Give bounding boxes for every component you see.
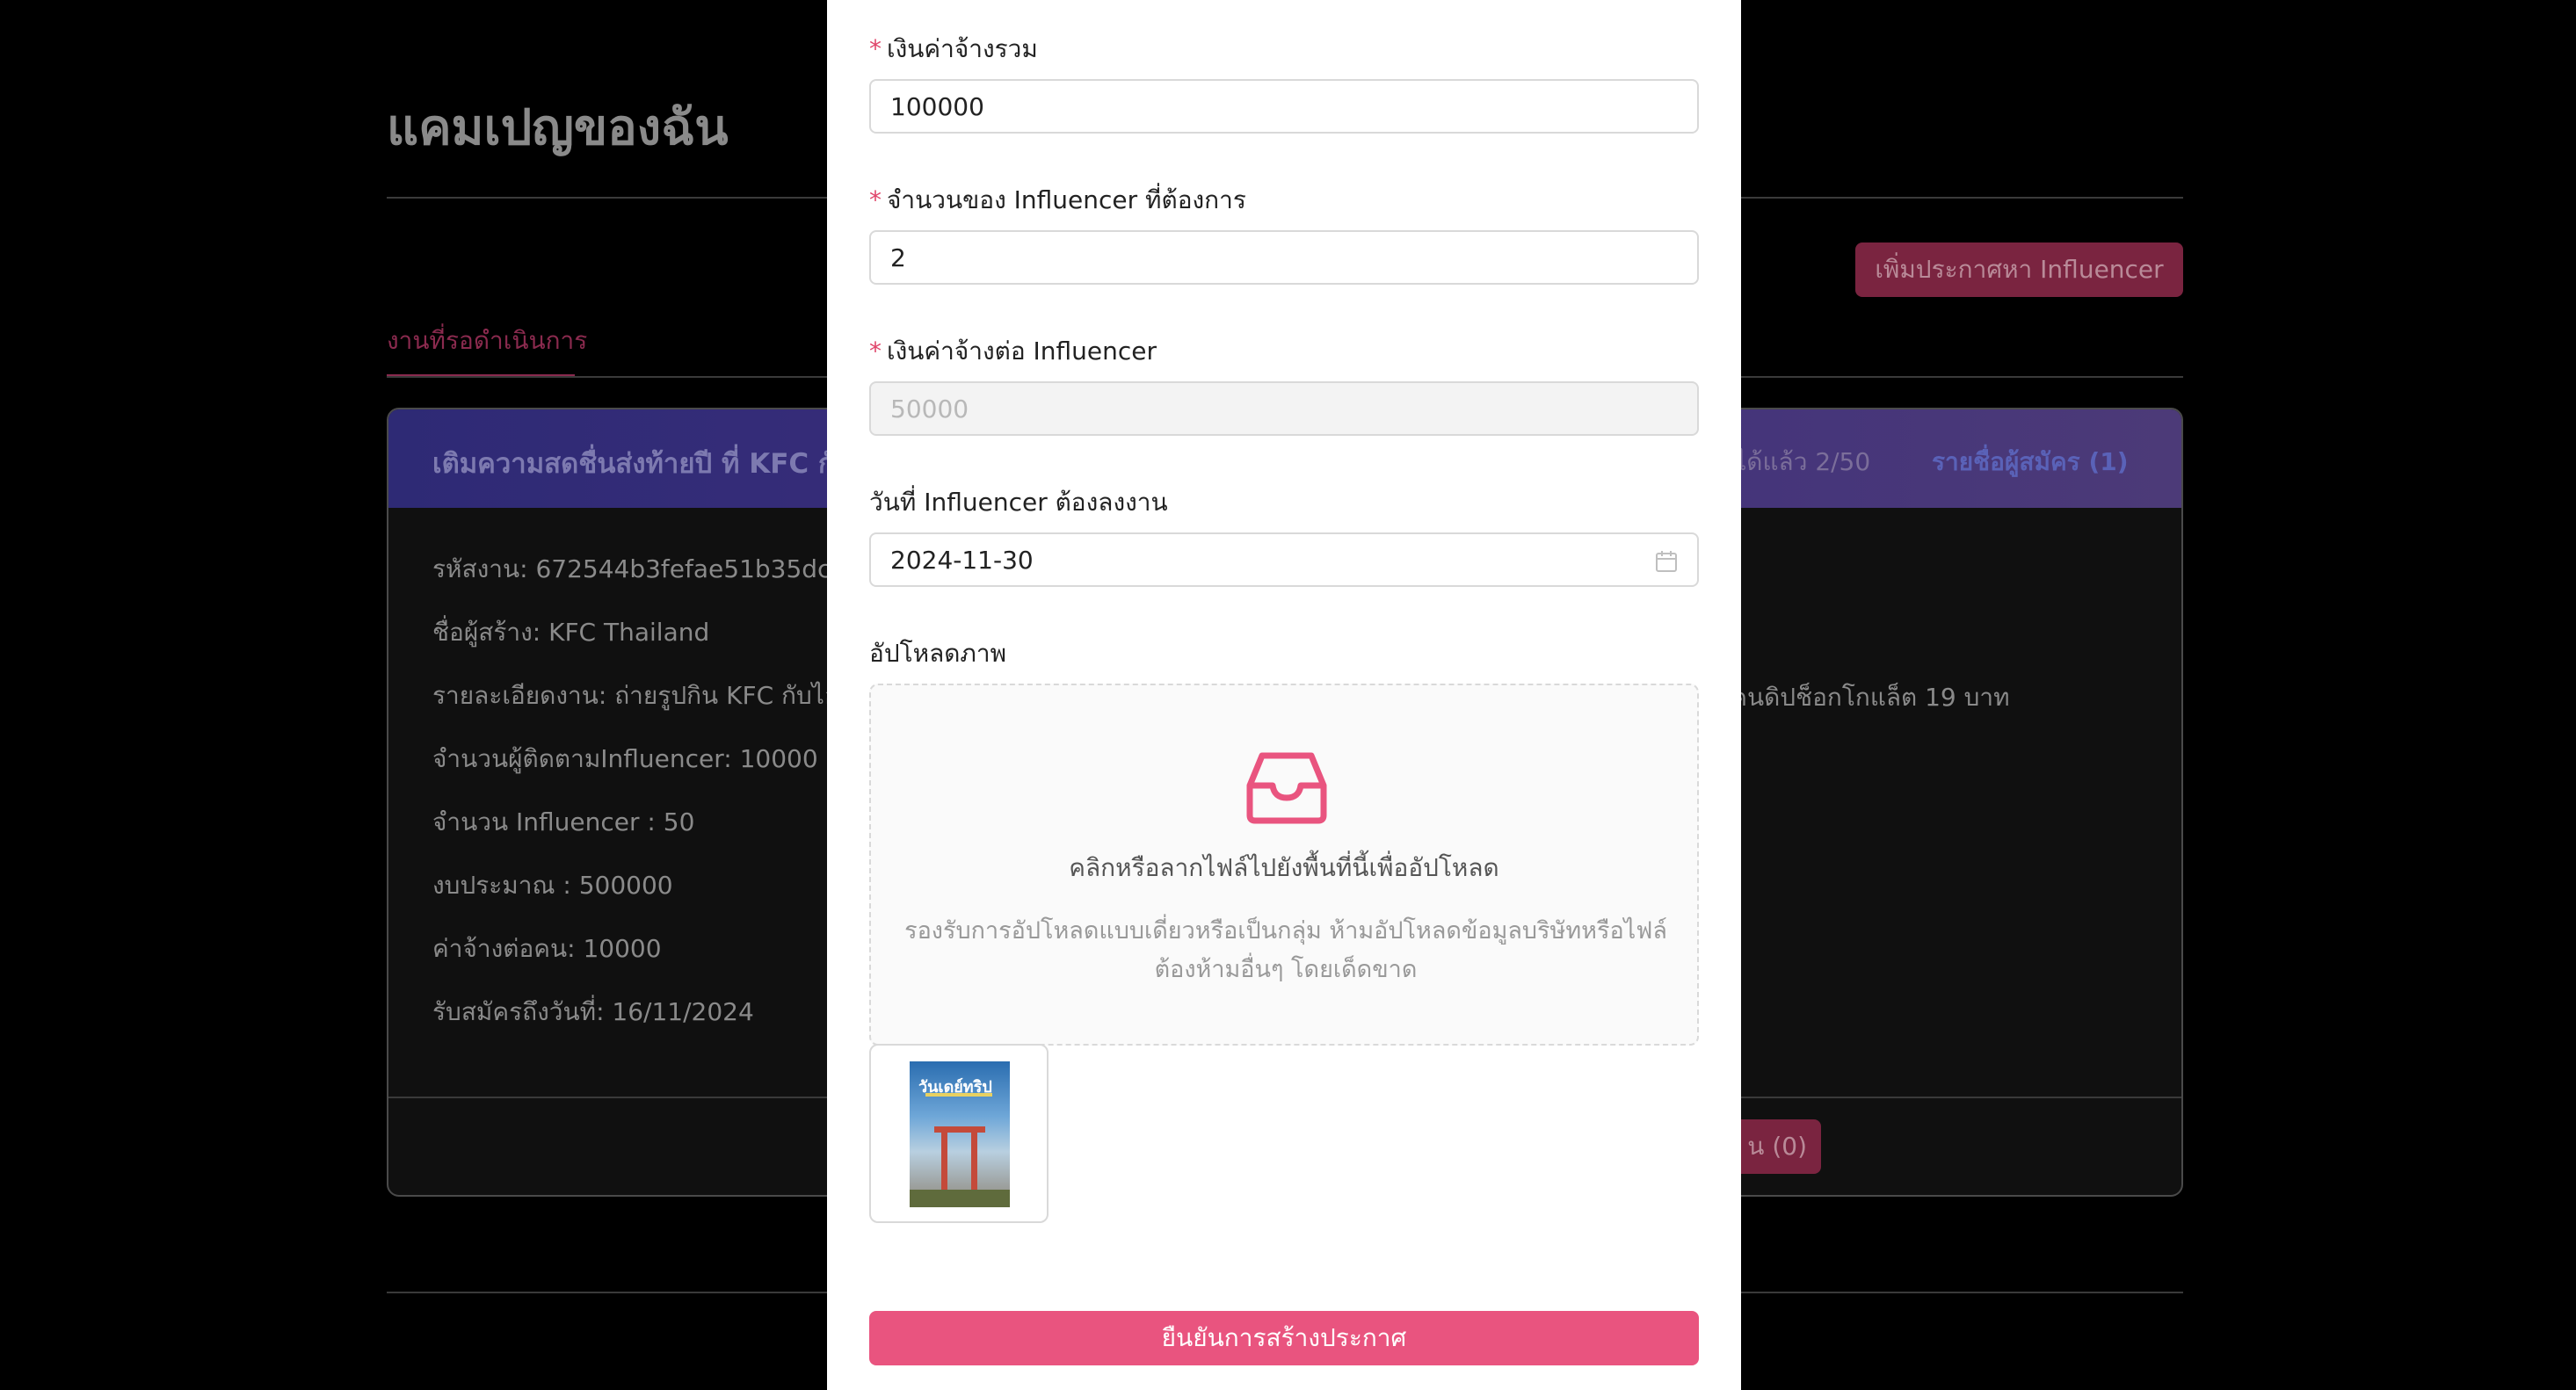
fee-per-influencer-label: * เงินค่าจ้างต่อ Influencer	[869, 337, 1157, 366]
campaign-job-id: รหัสงาน: 672544b3fefae51b35dc9a	[432, 554, 862, 583]
confirm-create-button[interactable]: ยืนยันการสร้างประกาศ	[869, 1311, 1699, 1365]
dropzone-text: คลิกหรือลากไฟล์ไปยังพื้นที่นี้เพื่ออัปโห…	[1069, 853, 1499, 882]
add-announcement-button[interactable]: เพิ่มประกาศหา Influencer	[1855, 243, 2183, 297]
campaign-influencer-count: จำนวน Influencer : 50	[432, 807, 695, 836]
required-mark: *	[869, 337, 882, 366]
giant-swing-pillar	[941, 1128, 947, 1195]
post-date-label: วันที่ Influencer ต้องลงงาน	[869, 488, 1168, 517]
campaign-followers: จำนวนผู้ติดตามInfluencer: 10000	[432, 744, 818, 773]
upload-label: อัปโหลดภาพ	[869, 639, 1007, 668]
post-date-picker[interactable]: 2024-11-30	[869, 532, 1699, 587]
uploaded-image-thumbnail[interactable]: วันเดย์ทริป	[869, 1044, 1049, 1223]
tab-pending-jobs[interactable]: งานที่รอดำเนินการ	[387, 322, 587, 360]
campaign-deadline: รับสมัครถึงวันที่: 16/11/2024	[432, 997, 754, 1026]
required-mark: *	[869, 185, 882, 214]
total-fee-label: * เงินค่าจ้างรวม	[869, 34, 1038, 63]
page-title: แคมเปญของฉัน	[387, 99, 729, 156]
upload-dropzone[interactable]: คลิกหรือลากไฟล์ไปยังพื้นที่นี้เพื่ออัปโห…	[869, 684, 1699, 1046]
giant-swing-pillar	[971, 1128, 977, 1195]
post-date-value: 2024-11-30	[890, 545, 1034, 575]
campaign-fee-per-person: ค่าจ้างต่อคน: 10000	[432, 934, 662, 963]
calendar-icon[interactable]	[1655, 550, 1678, 573]
campaign-title: เติมความสดชื่นส่งท้ายปี ที่ KFC กับ	[432, 448, 853, 480]
required-mark: *	[869, 34, 882, 63]
influencer-count-input[interactable]: 2	[869, 230, 1699, 285]
campaign-details: รายละเอียดงาน: ถ่ายรูปกิน KFC กับไอค	[432, 681, 856, 710]
campaign-budget: งบประมาณ : 500000	[432, 871, 673, 900]
thumbnail-ground	[910, 1190, 1010, 1207]
total-fee-input[interactable]: 100000	[869, 79, 1699, 134]
create-announcement-modal: * เงินค่าจ้างรวม 100000 * จำนวนของ Influen…	[827, 0, 1741, 1390]
campaign-creator: ชื่อผู้สร้าง: KFC Thailand	[432, 618, 710, 647]
uploaded-image-preview: วันเดย์ทริป	[910, 1061, 1010, 1207]
influencer-count-label: * จำนวนของ Influencer ที่ต้องการ	[869, 185, 1246, 214]
inbox-icon	[1246, 752, 1327, 824]
applicants-link[interactable]: รายชื่อผู้สมัคร (1)	[1932, 443, 2129, 481]
thumbnail-subtitle-bar	[925, 1093, 992, 1097]
fee-per-influencer-input: 50000	[869, 381, 1699, 436]
dropzone-hint: รองรับการอัปโหลดแบบเดี่ยวหรือเป็นกลุ่ม ห…	[904, 917, 1667, 983]
